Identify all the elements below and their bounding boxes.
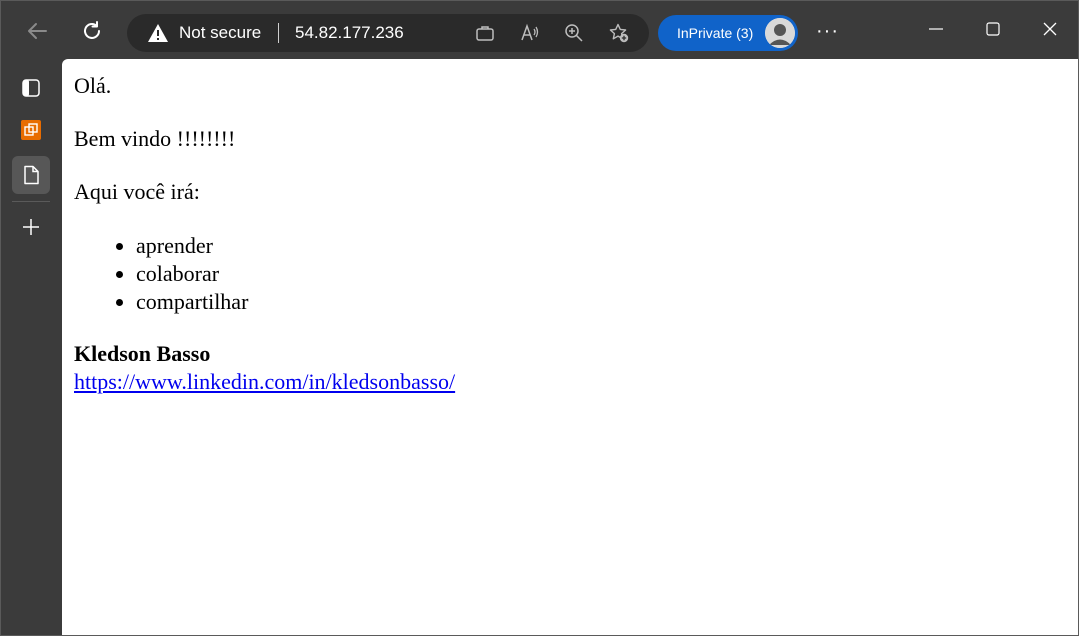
refresh-icon <box>84 21 100 39</box>
list-item: colaborar <box>136 260 248 288</box>
plus-icon <box>23 219 39 235</box>
welcome-text: Bem vindo !!!!!!!! <box>74 126 236 151</box>
security-status-label[interactable]: Not secure <box>179 23 261 43</box>
topics-list: aprender colaborar compartilhar <box>74 232 248 316</box>
refresh-button[interactable] <box>74 13 110 49</box>
maximize-icon[interactable] <box>983 19 1003 39</box>
url-text[interactable]: 54.82.177.236 <box>295 23 404 43</box>
zoom-icon[interactable] <box>564 23 584 43</box>
sidebar-tab-active[interactable] <box>12 156 50 194</box>
greeting-text: Olá. <box>74 73 112 98</box>
minimize-icon[interactable] <box>926 19 946 39</box>
tab-favicon-icon <box>21 120 41 140</box>
browser-window: Not secure 54.82.177.236 InPrivate (3) ·… <box>0 0 1079 636</box>
address-separator <box>278 23 279 43</box>
sidebar-tab-1[interactable] <box>12 111 50 149</box>
list-item: compartilhar <box>136 288 248 316</box>
page-document-icon <box>24 165 39 185</box>
intro-text: Aqui você irá: <box>74 179 200 204</box>
person-icon <box>765 18 795 48</box>
inprivate-button[interactable]: InPrivate (3) <box>658 15 798 51</box>
settings-more-button[interactable]: ··· <box>816 21 839 41</box>
address-bar[interactable]: Not secure 54.82.177.236 <box>127 14 649 52</box>
read-aloud-icon[interactable] <box>520 23 540 43</box>
back-arrow-icon <box>28 23 47 39</box>
sidebar-divider <box>12 201 50 202</box>
new-tab-button[interactable] <box>12 208 50 246</box>
profile-avatar <box>765 18 795 48</box>
back-button[interactable] <box>19 13 55 49</box>
author-linkedin-link[interactable]: https://www.linkedin.com/in/kledsonbasso… <box>74 369 455 395</box>
author-name: Kledson Basso <box>74 341 211 366</box>
list-item: aprender <box>136 232 248 260</box>
favorite-star-add-icon[interactable] <box>609 23 629 43</box>
warning-icon[interactable] <box>147 23 169 43</box>
tab-actions-icon <box>22 79 40 97</box>
browser-toolbar: Not secure 54.82.177.236 InPrivate (3) ·… <box>1 1 1078 58</box>
vertical-tabs-sidebar <box>1 58 61 635</box>
close-icon[interactable] <box>1040 19 1060 39</box>
app-available-icon[interactable] <box>475 23 495 43</box>
tab-actions-menu-button[interactable] <box>12 69 50 107</box>
page-content: Olá. Bem vindo !!!!!!!! Aqui você irá: a… <box>62 59 1078 635</box>
inprivate-label: InPrivate (3) <box>677 25 754 41</box>
